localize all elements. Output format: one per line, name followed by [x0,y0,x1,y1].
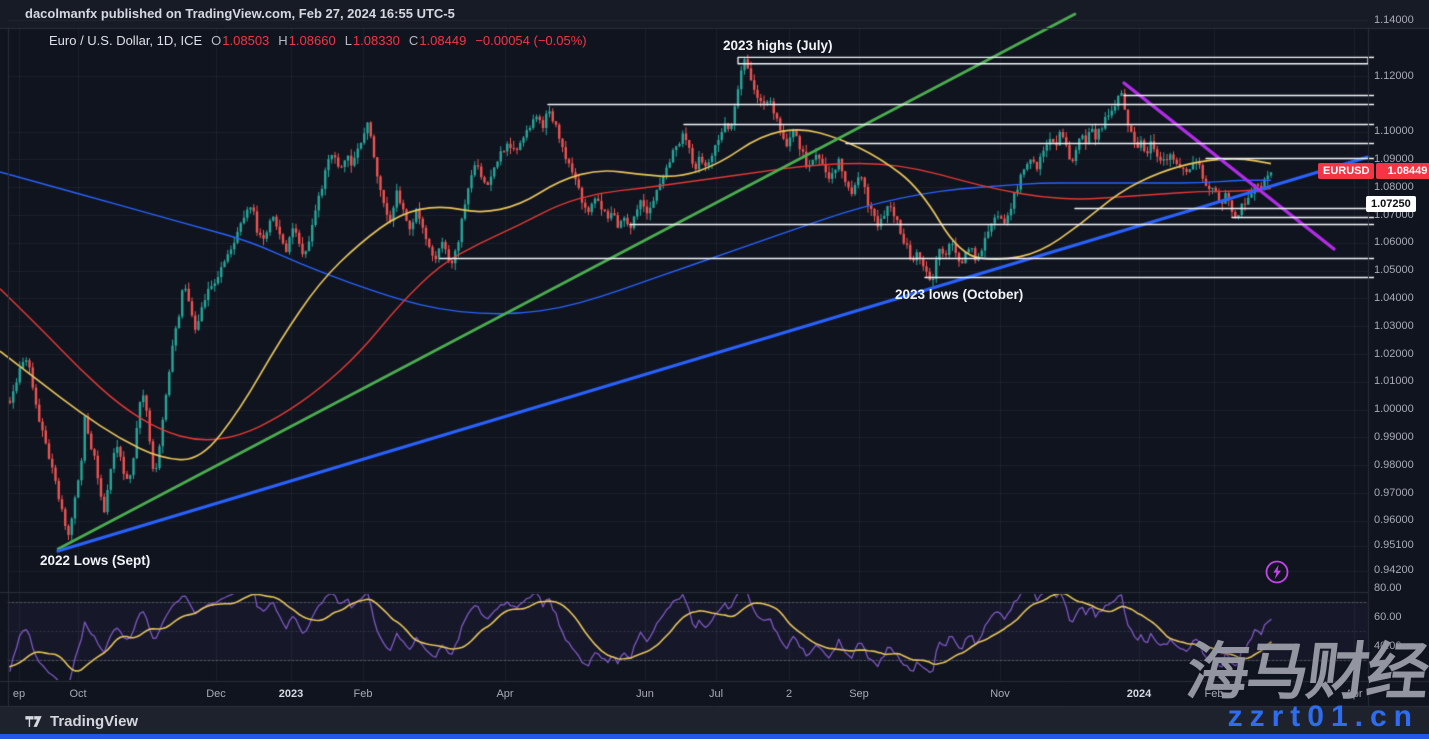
price-axis-label: 1.05000 [1374,264,1414,276]
time-axis-label: Oct [69,688,86,700]
last-price-value: 1.08449 [1376,163,1429,179]
time-axis-label: Feb [354,688,373,700]
annotation-2023-lows: 2023 lows (October) [895,287,1023,302]
price-axis-label: 0.95100 [1374,539,1414,551]
ohlc-pair: C1.08449 [409,33,466,48]
price-axis-label: 1.01000 [1374,375,1414,387]
price-axis-label: 1.08000 [1374,181,1414,193]
time-axis-label: Apr [496,688,513,700]
symbol-tag: EURUSD [1318,163,1374,179]
ohlc-pair: L1.08330 [345,33,400,48]
price-chart-canvas[interactable] [0,0,1429,739]
rsi-axis-label: 80.00 [1374,582,1402,594]
price-axis-label: 0.99000 [1374,431,1414,443]
symbol-legend[interactable]: Euro / U.S. Dollar, 1D, ICE O1.08503 H1.0… [49,33,587,48]
watermark-url: zzrt01.cn [1228,700,1419,734]
published-byline: dacolmanfx published on TradingView.com,… [25,6,455,21]
ohlc-pair: O1.08503 [211,33,269,48]
time-axis-label: 2 [786,688,792,700]
ohlc-pair: H1.08660 [278,33,335,48]
ohlc-values: O1.08503 H1.08660 L1.08330 C1.08449 [211,33,466,48]
annotation-2022-lows: 2022 Lows (Sept) [40,553,150,568]
time-axis-label: Jul [709,688,723,700]
time-axis-label: Nov [990,688,1010,700]
price-axis-label: 0.94200 [1374,564,1414,576]
price-level-badge: 1.07250 [1366,196,1416,212]
time-axis-label: 2024 [1127,688,1151,700]
time-axis-label: ep [13,688,25,700]
price-axis-label: 1.06000 [1374,236,1414,248]
price-axis-label: 1.03000 [1374,320,1414,332]
price-axis-label: 0.98000 [1374,459,1414,471]
time-axis-label: Dec [206,688,226,700]
annotation-2023-highs: 2023 highs (July) [723,38,833,53]
footer-brand-label: TradingView [50,713,138,730]
price-axis-label: 1.10000 [1374,125,1414,137]
time-axis-label: 2023 [279,688,303,700]
price-axis-label: 1.14000 [1374,14,1414,26]
footer-brand[interactable]: TradingView [24,712,138,731]
tradingview-snapshot: dacolmanfx published on TradingView.com,… [0,0,1429,739]
price-axis-label: 0.97000 [1374,487,1414,499]
watermark-title: 海马财经 [1183,642,1429,704]
time-axis-label: Sep [849,688,869,700]
price-axis-label: 1.12000 [1374,70,1414,82]
rsi-axis-label: 60.00 [1374,611,1402,623]
price-axis-label: 1.02000 [1374,348,1414,360]
price-axis-label: 0.96000 [1374,514,1414,526]
tradingview-logo-icon [24,712,43,731]
watermark-bottom-bar [0,734,1429,739]
change-value: −0.00054 (−0.05%) [475,33,586,48]
last-price-badge: EURUSD 1.08449 [1318,163,1429,179]
price-axis-label: 1.04000 [1374,292,1414,304]
lightning-icon [1264,559,1290,585]
symbol-title: Euro / U.S. Dollar, 1D, ICE [49,33,202,48]
price-axis-label: 1.00000 [1374,403,1414,415]
time-axis-label: Jun [636,688,654,700]
